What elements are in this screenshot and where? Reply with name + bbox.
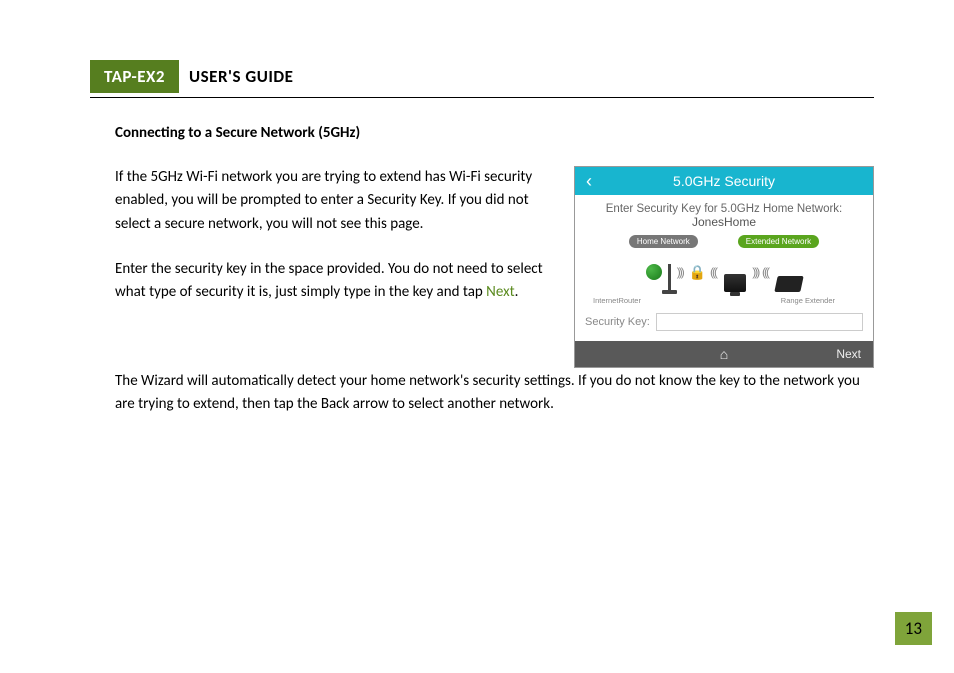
globe-icon <box>646 264 662 280</box>
signal-icon: ))) <box>764 265 770 279</box>
page-number: 13 <box>895 612 932 645</box>
router-icon <box>668 264 671 292</box>
header-divider <box>90 97 874 98</box>
security-key-row: Security Key: <box>585 313 863 331</box>
network-diagram: ))) 🔒 ))) ))) ))) <box>585 252 863 292</box>
paragraph-2-post: . <box>515 283 519 301</box>
label-internet: Internet <box>593 296 618 305</box>
device-body: Enter Security Key for 5.0GHz Home Netwo… <box>575 195 873 341</box>
network-badges: Home Network Extended Network <box>585 235 863 248</box>
body-text: If the 5GHz Wi-Fi network you are trying… <box>115 166 554 326</box>
paragraph-2-pre: Enter the security key in the space prov… <box>115 260 543 301</box>
paragraph-3: The Wizard will automatically detect you… <box>115 370 874 417</box>
next-button[interactable]: Next <box>836 347 873 361</box>
paragraph-2: Enter the security key in the space prov… <box>115 258 554 305</box>
device-titlebar: ‹ 5.0GHz Security <box>575 167 873 195</box>
device-footer: ⌂ Next <box>575 341 873 367</box>
device-prompt: Enter Security Key for 5.0GHz Home Netwo… <box>585 203 863 215</box>
section-heading: Connecting to a Secure Network (5GHz) <box>115 124 874 142</box>
label-extender: Range Extender <box>781 296 835 305</box>
page-content: Connecting to a Secure Network (5GHz) If… <box>115 124 874 417</box>
home-icon[interactable]: ⌂ <box>720 346 728 362</box>
extended-network-badge: Extended Network <box>738 235 819 248</box>
security-key-label: Security Key: <box>585 316 650 328</box>
paragraph-1: If the 5GHz Wi-Fi network you are trying… <box>115 166 554 236</box>
lock-icon: 🔒 <box>689 264 706 281</box>
security-key-input[interactable] <box>656 313 863 331</box>
label-router: Router <box>618 296 641 305</box>
device-screenshot: ‹ 5.0GHz Security Enter Security Key for… <box>574 166 874 368</box>
device-network-name: JonesHome <box>585 215 863 229</box>
signal-icon: ))) <box>752 265 758 279</box>
laptop-icon <box>775 276 804 292</box>
signal-icon: ))) <box>712 265 718 279</box>
doc-header: TAP-EX2 USER'S GUIDE <box>90 60 874 93</box>
device-screen-title: 5.0GHz Security <box>575 173 873 189</box>
home-network-badge: Home Network <box>629 235 698 248</box>
extender-icon <box>724 274 746 292</box>
next-link-text: Next <box>486 283 514 301</box>
doc-title: USER'S GUIDE <box>179 60 303 93</box>
signal-icon: ))) <box>677 265 683 279</box>
diagram-labels: Internet Router Range Extender <box>585 296 863 305</box>
product-badge: TAP-EX2 <box>90 60 179 93</box>
